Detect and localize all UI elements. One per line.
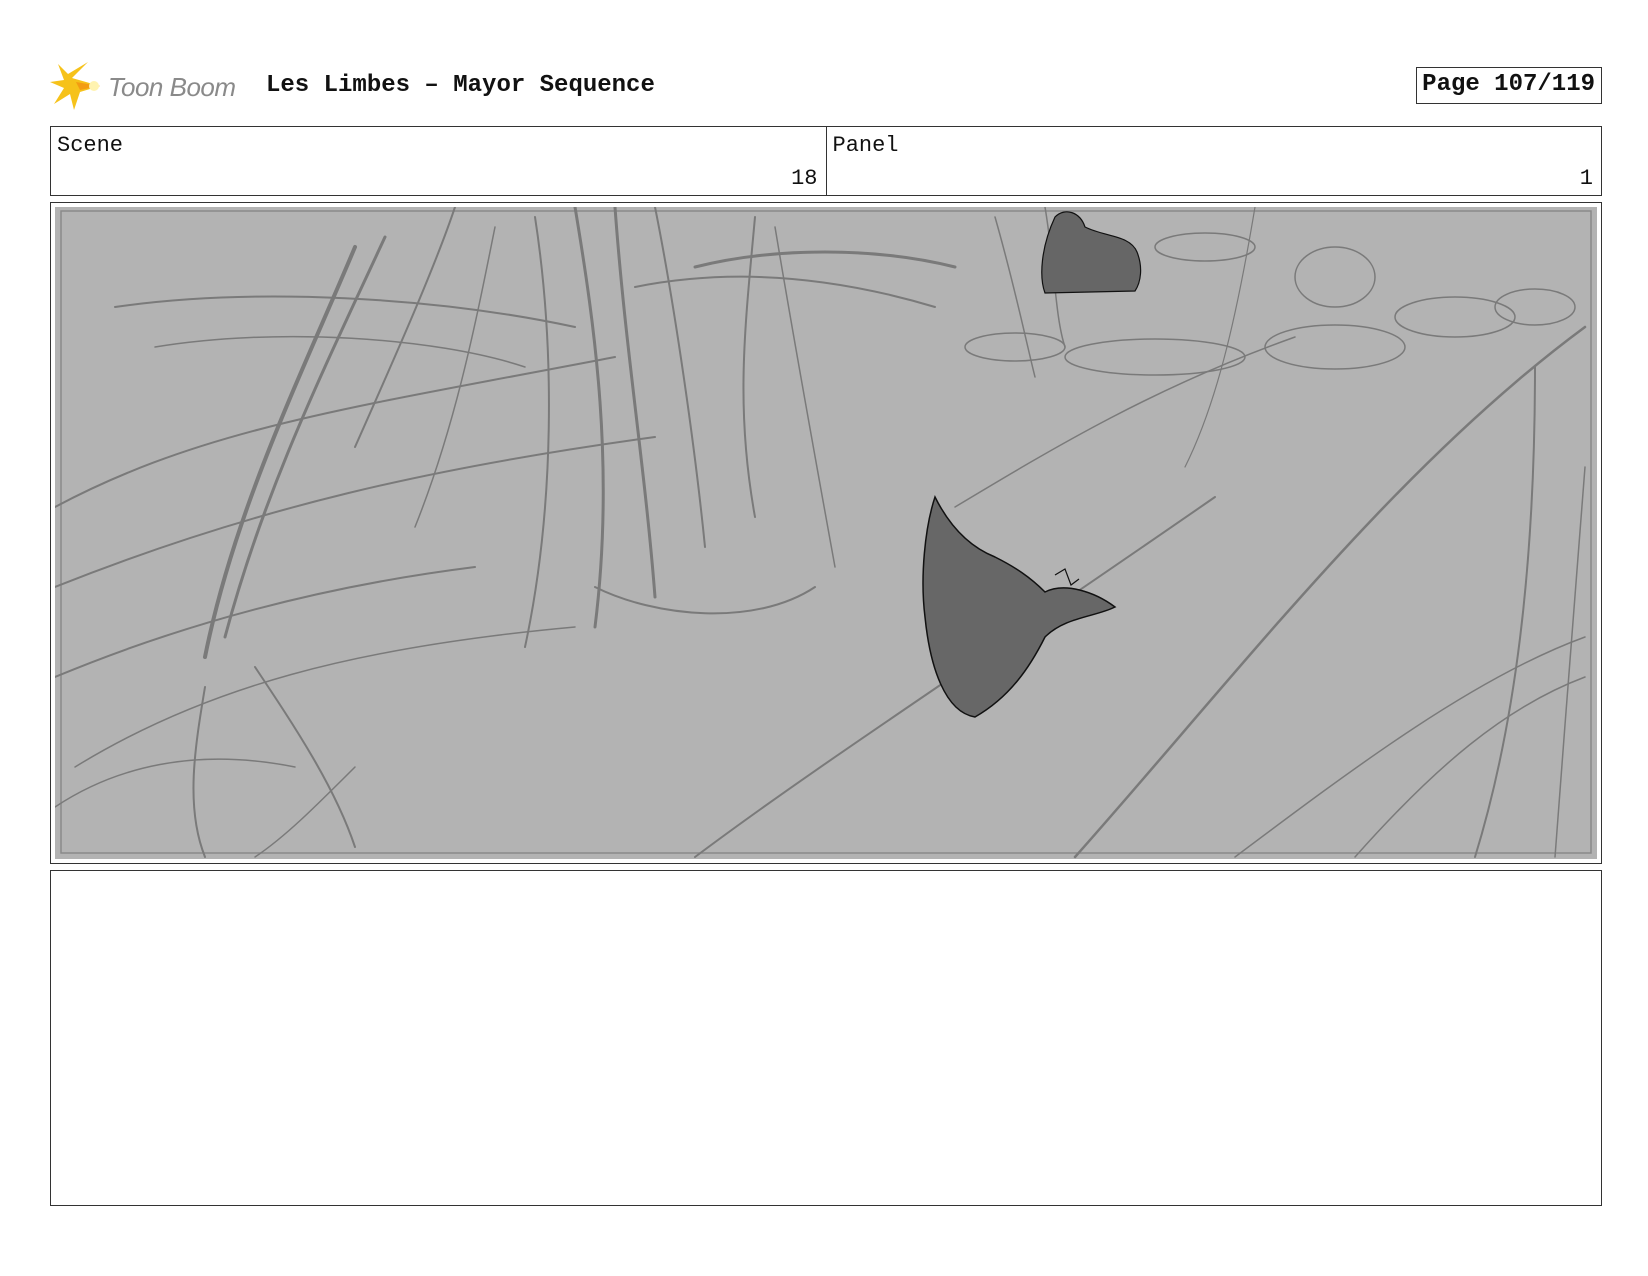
panel-notes-box bbox=[50, 870, 1602, 1206]
page-header: Toon Boom Les Limbes – Mayor Sequence Pa… bbox=[50, 58, 1602, 114]
storyboard-panel bbox=[50, 202, 1602, 864]
scene-cell: Scene 18 bbox=[51, 127, 826, 195]
document-title: Les Limbes – Mayor Sequence bbox=[266, 72, 655, 99]
panel-sketch-image bbox=[55, 207, 1597, 859]
panel-cell: Panel 1 bbox=[825, 127, 1602, 195]
scene-panel-info: Scene 18 Panel 1 bbox=[50, 126, 1602, 196]
logo-text: Toon Boom bbox=[108, 72, 236, 102]
panel-value: 1 bbox=[1579, 166, 1593, 191]
toon-boom-star-icon bbox=[50, 62, 100, 110]
sketch-drawing bbox=[55, 207, 1597, 859]
panel-label: Panel bbox=[832, 133, 899, 158]
toon-boom-logo: Toon Boom bbox=[50, 60, 250, 112]
page-number: Page 107/119 bbox=[1416, 67, 1602, 104]
scene-value: 18 bbox=[791, 166, 818, 191]
scene-label: Scene bbox=[57, 133, 124, 158]
